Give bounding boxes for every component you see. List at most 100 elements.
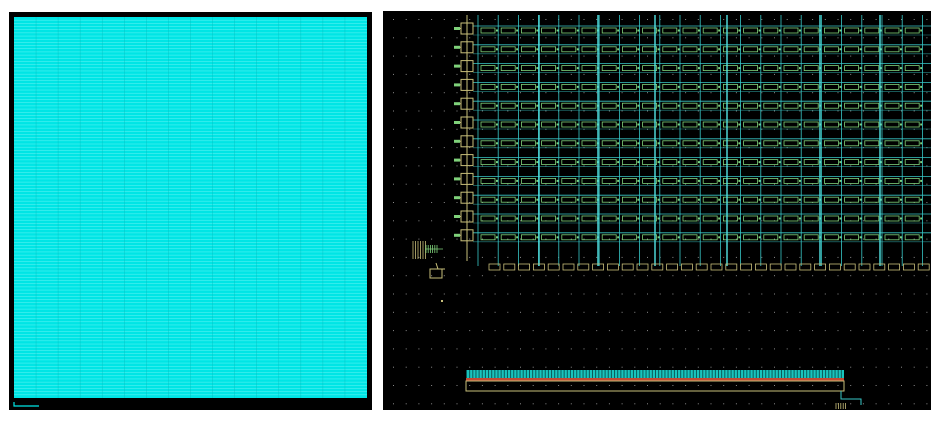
grid-dot <box>532 165 534 167</box>
grid-dot <box>786 73 788 75</box>
grid-dot <box>520 110 521 112</box>
grid-dot <box>824 311 826 313</box>
grid-dot <box>888 385 890 386</box>
bit-cell <box>763 46 779 53</box>
bus-tooth <box>569 370 571 378</box>
grid-dot <box>913 366 915 368</box>
grid-dot <box>532 403 534 405</box>
grid-dot <box>913 110 915 112</box>
grid-dot <box>596 348 598 350</box>
grid-dot <box>393 55 394 57</box>
bit-cell <box>864 140 880 147</box>
grid-dot <box>786 293 788 295</box>
grid-dot <box>812 385 814 386</box>
grid-dot <box>405 403 407 405</box>
bus-tooth <box>601 370 603 378</box>
grid-dot <box>812 256 814 258</box>
grid-dot <box>774 385 775 386</box>
grid-dot <box>748 55 750 57</box>
driver-pin <box>454 158 460 162</box>
bit-cell <box>803 65 819 71</box>
bit-cell <box>884 140 900 147</box>
bit-cell <box>783 196 799 203</box>
column-driver <box>503 263 516 271</box>
grid-dot <box>685 311 687 313</box>
bit-cell <box>702 102 718 109</box>
grid-dot <box>405 19 407 20</box>
bit-cell <box>743 46 759 53</box>
grid-dot <box>812 311 814 313</box>
grid-dot <box>761 92 763 94</box>
bus-tooth <box>651 370 653 378</box>
grid-dot <box>570 92 572 94</box>
grid-dot <box>608 55 610 57</box>
grid-dot <box>761 110 763 112</box>
bus-tooth <box>632 370 634 378</box>
grid-dot <box>507 256 509 258</box>
bit-cell <box>763 234 779 241</box>
grid-dot <box>710 165 712 167</box>
bit-cell <box>480 84 496 90</box>
bus-tooth <box>475 370 477 378</box>
cell-contact <box>516 142 519 145</box>
bit-cell <box>500 196 516 203</box>
grid-dot <box>405 165 407 167</box>
grid-dot <box>913 55 915 57</box>
bit-cell <box>743 121 759 128</box>
grid-dot <box>774 73 775 75</box>
grid-dot <box>901 403 902 405</box>
cell-contact <box>536 29 539 32</box>
bit-cell <box>702 121 718 128</box>
grid-dot <box>431 366 433 368</box>
grid-dot <box>799 366 801 368</box>
grid-dot <box>710 73 712 75</box>
grid-dot <box>418 385 420 386</box>
cell-contact <box>617 85 620 88</box>
grid-dot <box>494 275 496 277</box>
cell-contact <box>900 198 902 201</box>
grid-dot <box>685 293 687 295</box>
bit-cell <box>581 177 597 184</box>
cell-contact <box>677 236 680 239</box>
cell-contact <box>657 67 660 70</box>
grid-dot <box>405 330 407 332</box>
bus-tooth <box>790 370 792 378</box>
cell-contact <box>920 142 923 145</box>
grid-dot <box>431 19 433 20</box>
grid-dot <box>837 73 839 75</box>
grid-dot <box>774 19 775 20</box>
bit-cell <box>884 65 900 71</box>
bit-cell <box>601 159 617 166</box>
bus-tooth <box>821 370 823 378</box>
grid-dot <box>735 403 737 405</box>
cell-contact <box>900 48 902 51</box>
grid-dot <box>735 348 737 350</box>
grid-dot <box>913 19 915 20</box>
grid-dot <box>748 19 750 20</box>
bit-cell <box>783 177 799 184</box>
bus-tooth <box>598 370 600 378</box>
grid-dot <box>393 403 394 405</box>
grid-dot <box>862 73 864 75</box>
grid-dot <box>850 73 852 75</box>
bus-tooth <box>639 370 641 378</box>
bit-cell <box>763 102 779 109</box>
grid-dot <box>431 73 433 75</box>
grid-dot <box>837 311 839 313</box>
bit-cell <box>662 102 678 109</box>
grid-dot <box>723 19 725 20</box>
grid-dot <box>431 238 433 240</box>
bus-tooth <box>661 370 663 378</box>
grid-dot <box>431 165 433 167</box>
grid-dot <box>672 348 674 350</box>
bit-cell <box>520 140 536 147</box>
bus-tooth <box>491 370 493 378</box>
grid-dot <box>469 403 471 405</box>
grid-dot <box>672 311 674 313</box>
grid-dot <box>545 256 547 258</box>
grid-dot <box>608 37 610 39</box>
bit-cell <box>480 121 496 128</box>
cell-contact <box>799 67 801 70</box>
bit-cell <box>621 215 637 222</box>
grid-dot <box>862 330 864 332</box>
